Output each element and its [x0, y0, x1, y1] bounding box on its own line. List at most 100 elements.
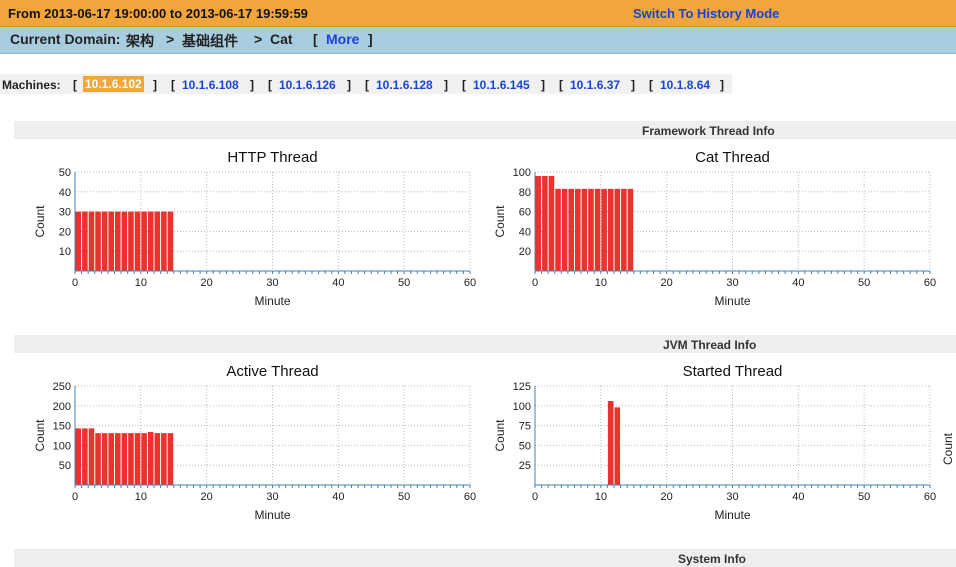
bracket: [ — [462, 78, 466, 92]
http-thread-chart: HTTP Thread 10 20 30 40 50 0 10 20 30 40 50 60 Minute… — [33, 149, 476, 308]
x-tick-label: 60 — [924, 491, 936, 503]
bracket: ] — [347, 78, 351, 92]
machine-link-10-1-6-145[interactable]: 10.1.6.145 — [473, 78, 530, 92]
chart-bar — [121, 433, 128, 485]
breadcrumb-item-base-components[interactable]: 基础组件 — [182, 31, 238, 51]
x-tick-label: 10 — [595, 277, 607, 289]
x-tick-label: 50 — [858, 277, 870, 289]
machine-link-10-1-6-128[interactable]: 10.1.6.128 — [376, 78, 433, 92]
x-tick-label: 60 — [924, 277, 936, 289]
x-axis-label: Minute — [714, 508, 750, 522]
x-axis-label: Minute — [714, 294, 750, 308]
machine-link-10-1-6-102[interactable]: 10.1.6.102 — [83, 76, 144, 92]
x-tick-label: 40 — [792, 491, 804, 503]
active-thread-chart: Active Thread 50 100 150 200 250 0 10 20 30 40 50 60… — [33, 363, 476, 522]
more-domains-link[interactable]: More — [326, 31, 359, 47]
chart-bar — [575, 188, 581, 271]
chart-bar — [101, 433, 108, 485]
y-axis-label: Count — [493, 419, 507, 452]
chart-bar — [627, 188, 634, 271]
x-tick-label: 30 — [726, 491, 738, 503]
y-tick-label: 200 — [53, 401, 71, 413]
chart-bar — [614, 188, 621, 271]
chart-bar — [115, 211, 121, 271]
chart-bar — [161, 211, 167, 271]
bracket: [ — [365, 78, 369, 92]
chart-bar — [141, 433, 147, 485]
domain-breadcrumb-bar: Current Domain: 架构 > 基础组件 > Cat [ More ] — [0, 27, 956, 54]
chart-bar — [154, 211, 161, 271]
x-axis-label: Minute — [254, 508, 290, 522]
y-tick-label: 250 — [53, 381, 71, 393]
chart-bar — [95, 211, 101, 271]
chart-bar — [88, 211, 95, 271]
chart-bar — [167, 211, 174, 271]
bracket: ] — [720, 78, 724, 92]
chart-bar — [167, 433, 174, 485]
more-bracket-open: [ — [313, 31, 318, 47]
section-header-jvm: JVM Thread Info — [14, 335, 956, 353]
x-tick-label: 60 — [464, 277, 476, 289]
x-tick-label: 20 — [661, 491, 673, 503]
machine-link-10-1-8-64[interactable]: 10.1.8.64 — [660, 78, 710, 92]
y-tick-label: 80 — [519, 187, 531, 199]
section-title: Framework Thread Info — [642, 124, 775, 138]
chart-bar — [621, 188, 627, 271]
x-tick-label: 10 — [135, 491, 147, 503]
x-tick-label: 30 — [266, 277, 278, 289]
y-tick-label: 30 — [59, 207, 71, 219]
breadcrumb-item-architecture[interactable]: 架构 — [126, 31, 154, 51]
x-tick-label: 40 — [332, 277, 344, 289]
chart-title: Active Thread — [226, 363, 318, 380]
x-tick-label: 40 — [332, 491, 344, 503]
bracket: ] — [541, 78, 545, 92]
chart-bar — [108, 433, 114, 485]
breadcrumb-item-cat: Cat — [270, 31, 293, 47]
bracket: [ — [73, 78, 77, 92]
chart-bar — [588, 188, 594, 271]
chart-bar — [561, 188, 568, 271]
chart-bar — [147, 211, 154, 271]
chart-bar — [115, 433, 121, 485]
y-tick-label: 50 — [519, 440, 531, 452]
y-tick-label: 20 — [519, 246, 531, 258]
machine-link-10-1-6-126[interactable]: 10.1.6.126 — [279, 78, 336, 92]
chart-title: HTTP Thread — [227, 149, 317, 166]
more-bracket-close: ] — [368, 31, 373, 47]
breadcrumb-separator: > — [166, 31, 175, 47]
machine-link-10-1-6-108[interactable]: 10.1.6.108 — [182, 78, 239, 92]
chart-bar — [75, 428, 82, 485]
chart-bar — [141, 211, 147, 271]
chart-title: Started Thread — [683, 363, 783, 380]
chart-bar — [121, 211, 128, 271]
chart-bar — [147, 431, 154, 485]
switch-history-mode-link[interactable]: Switch To History Mode — [633, 6, 779, 21]
chart-bar — [161, 433, 167, 485]
y-axis-label: Count — [33, 419, 47, 452]
x-tick-label: 20 — [201, 277, 213, 289]
x-tick-label: 30 — [266, 491, 278, 503]
x-tick-label: 10 — [135, 277, 147, 289]
chart-bar — [95, 433, 101, 485]
bracket: [ — [171, 78, 175, 92]
chart-bar — [607, 401, 614, 485]
chart-bar — [88, 428, 95, 485]
y-tick-label: 50 — [59, 460, 71, 472]
y-tick-label: 60 — [519, 207, 531, 219]
y-tick-label: 20 — [59, 226, 71, 238]
chart-bar — [134, 433, 141, 485]
clipped-axis-label: Count — [941, 432, 955, 465]
x-tick-label: 10 — [595, 491, 607, 503]
bracket: ] — [250, 78, 254, 92]
breadcrumb-separator: > — [254, 31, 263, 47]
bracket: [ — [649, 78, 653, 92]
machines-label: Machines: — [2, 78, 61, 92]
bracket: ] — [444, 78, 448, 92]
section-header-framework: Framework Thread Info — [14, 121, 956, 139]
machine-link-10-1-6-37[interactable]: 10.1.6.37 — [570, 78, 620, 92]
chart-bar — [82, 211, 88, 271]
x-tick-label: 50 — [398, 277, 410, 289]
x-tick-label: 0 — [532, 277, 538, 289]
chart-bar — [568, 188, 574, 271]
x-tick-label: 0 — [72, 277, 78, 289]
